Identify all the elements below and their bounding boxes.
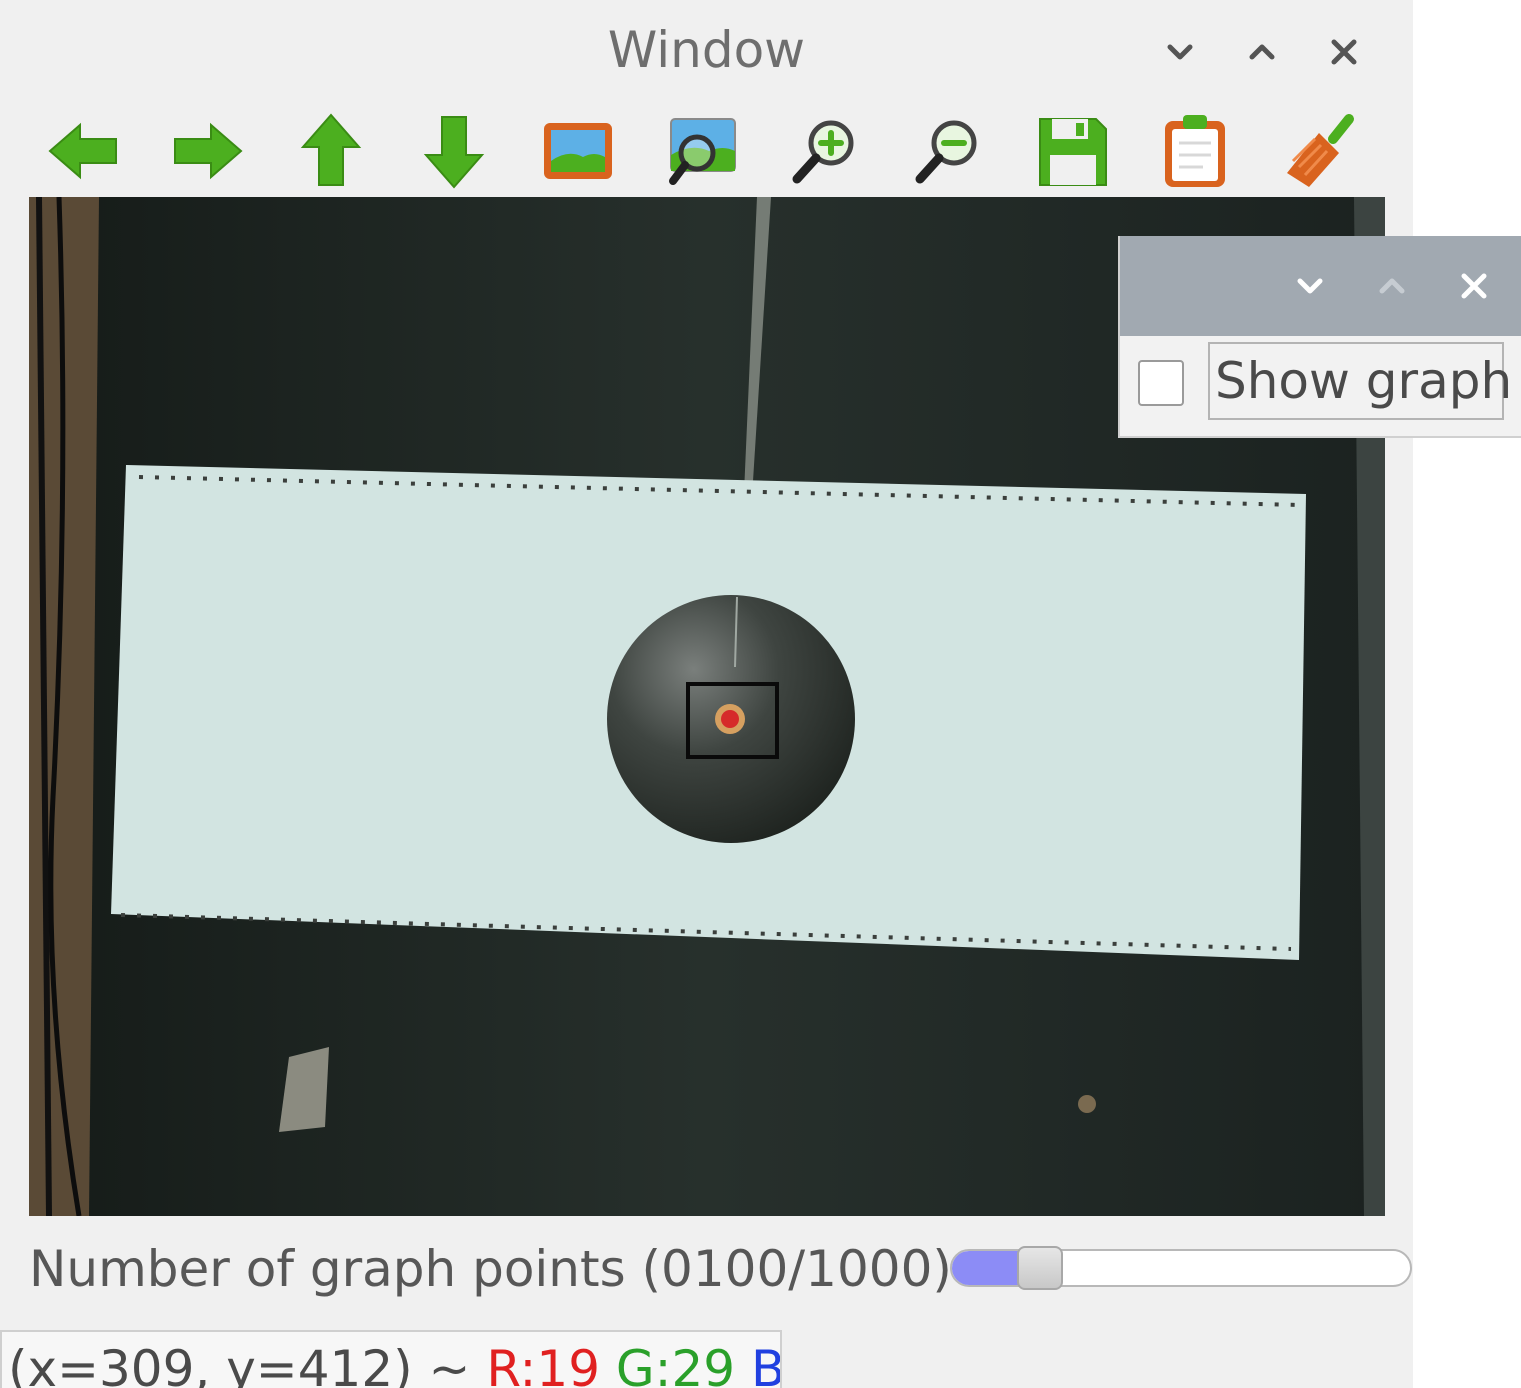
graph-points-slider[interactable] bbox=[950, 1246, 1412, 1290]
zoom-out-icon bbox=[915, 120, 977, 184]
controls-panel: Show graph bbox=[1118, 236, 1521, 438]
close-button[interactable] bbox=[1303, 22, 1385, 82]
fit-image-button[interactable] bbox=[516, 108, 640, 194]
chevron-up-icon bbox=[1249, 44, 1275, 60]
chevron-up-icon bbox=[1379, 278, 1405, 294]
title-bar[interactable]: Window bbox=[0, 0, 1413, 100]
blue-value: B:23 bbox=[751, 1340, 782, 1388]
chevron-down-icon bbox=[1167, 44, 1193, 60]
pan-right-button[interactable] bbox=[146, 108, 270, 194]
slider-thumb[interactable] bbox=[1017, 1246, 1063, 1290]
zoom-in-button[interactable] bbox=[763, 108, 887, 194]
status-bar: (x=309, y=412) ~ R:19 G:29 B:23 bbox=[0, 1330, 782, 1388]
window-title: Window bbox=[607, 21, 806, 79]
arrow-right-icon bbox=[174, 122, 243, 180]
pan-left-button[interactable] bbox=[22, 108, 146, 194]
broom-icon bbox=[1286, 114, 1354, 187]
image-frame-icon bbox=[543, 123, 612, 179]
pan-down-button[interactable] bbox=[393, 108, 517, 194]
controls-panel-titlebar[interactable] bbox=[1120, 236, 1521, 336]
chevron-down-icon bbox=[1297, 278, 1323, 294]
arrow-up-icon bbox=[300, 113, 361, 186]
copy-button[interactable] bbox=[1134, 108, 1258, 194]
slider-label: Number of graph points (0100/1000) bbox=[29, 1240, 952, 1298]
save-button[interactable] bbox=[1010, 108, 1134, 194]
panel-maximize-button[interactable] bbox=[1351, 256, 1433, 316]
show-graph-button[interactable]: Show graph bbox=[1208, 342, 1512, 420]
pan-up-button[interactable] bbox=[269, 108, 393, 194]
panel-minimize-button[interactable] bbox=[1269, 256, 1351, 316]
red-value: R:19 bbox=[486, 1340, 600, 1388]
arrow-left-icon bbox=[48, 122, 117, 180]
zoom-original-button[interactable] bbox=[640, 108, 764, 194]
zoom-out-button[interactable] bbox=[887, 108, 1011, 194]
app-window: Window Number of graph points (0100/1000… bbox=[0, 0, 1413, 1388]
close-icon bbox=[1461, 273, 1487, 299]
image-zoom-icon bbox=[669, 118, 737, 185]
panel-close-button[interactable] bbox=[1433, 256, 1515, 316]
maximize-button[interactable] bbox=[1221, 22, 1303, 82]
coords-readout: (x=309, y=412) ~ bbox=[8, 1340, 487, 1388]
pixel-readout: (x=309, y=412) ~ R:19 G:29 B:23 bbox=[8, 1340, 782, 1388]
toolbar bbox=[22, 108, 1381, 194]
show-graph-checkbox[interactable] bbox=[1138, 360, 1184, 406]
clear-button[interactable] bbox=[1257, 108, 1381, 194]
green-value: G:29 bbox=[615, 1340, 736, 1388]
zoom-in-icon bbox=[792, 120, 854, 184]
arrow-down-icon bbox=[424, 116, 485, 189]
minimize-button[interactable] bbox=[1139, 22, 1221, 82]
clipboard-icon bbox=[1165, 115, 1226, 187]
close-icon bbox=[1331, 39, 1357, 65]
floppy-disk-icon bbox=[1038, 118, 1107, 186]
